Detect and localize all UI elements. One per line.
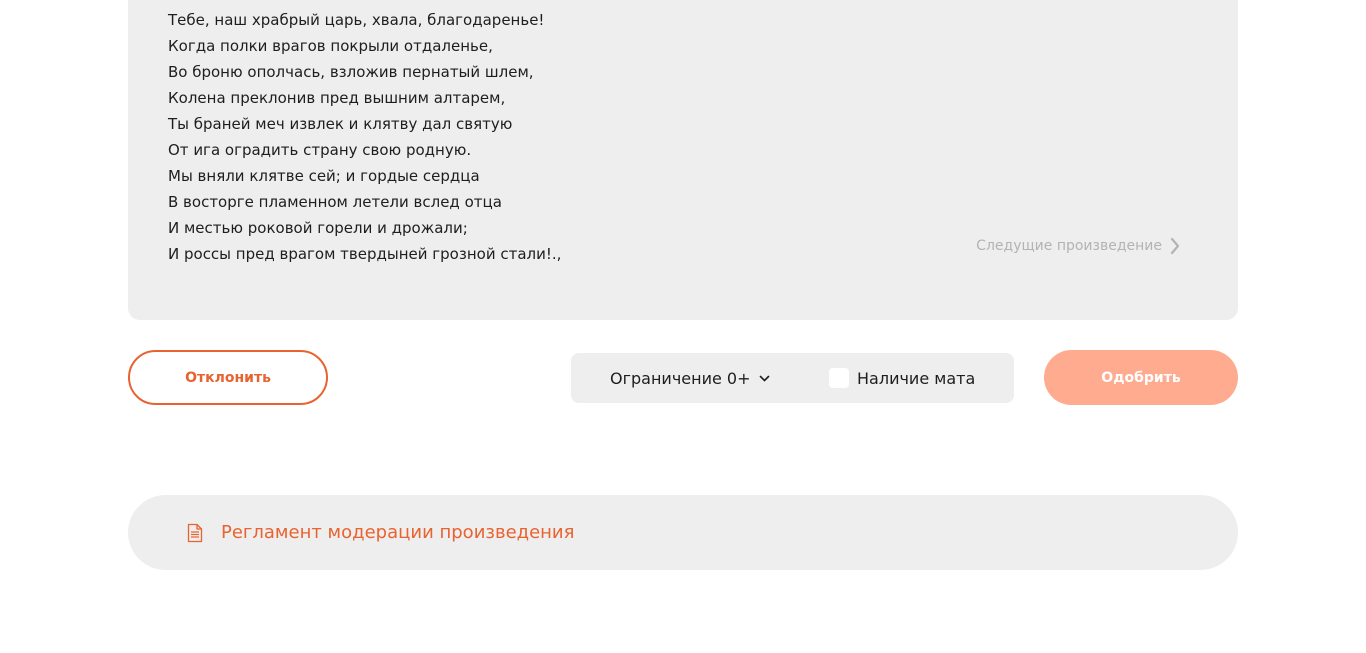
poem-card: Тебе, наш храбрый царь, хвала, благодаре… <box>128 0 1238 320</box>
chevron-down-icon <box>759 375 769 381</box>
next-work-link[interactable]: Следущие произведение <box>976 237 1180 255</box>
poem-line: Мы вняли клятве сей; и гордые сердца <box>168 167 480 185</box>
age-restriction-dropdown[interactable]: Ограничение 0+ <box>610 353 770 403</box>
document-icon <box>187 523 203 542</box>
profanity-label: Наличие мата <box>857 368 976 388</box>
poem-line: Тебе, наш храбрый царь, хвала, благодаре… <box>168 11 545 29</box>
reject-button[interactable]: Отклонить <box>128 350 328 405</box>
poem-text: Тебе, наш храбрый царь, хвала, благодаре… <box>168 7 561 267</box>
chevron-right-icon <box>1170 237 1180 255</box>
profanity-checkbox[interactable]: Наличие мата <box>829 353 975 403</box>
approve-button[interactable]: Одобрить <box>1044 350 1238 405</box>
moderation-rules-link[interactable]: Регламент модерации произведения <box>128 495 1238 570</box>
poem-line: Во броню ополчась, взложив пернатый шлем… <box>168 63 534 81</box>
poem-line: Ты браней меч извлек и клятву дал святую <box>168 115 513 133</box>
checkbox-box[interactable] <box>829 368 849 388</box>
next-work-label: Следущие произведение <box>976 238 1162 254</box>
poem-line: В восторге пламенном летели вслед отца <box>168 193 502 211</box>
poem-line: И местью роковой горели и дрожали; <box>168 219 468 237</box>
poem-line: От ига оградить страну свою родную. <box>168 141 472 159</box>
poem-line: И россы пред врагом твердыней грозной ст… <box>168 245 562 263</box>
moderation-options: Ограничение 0+ Наличие мата <box>571 353 1014 403</box>
moderation-rules-label: Регламент модерации произведения <box>221 522 575 543</box>
poem-line: Колена преклонив пред вышним алтарем, <box>168 89 506 107</box>
poem-line: Когда полки врагов покрыли отдаленье, <box>168 37 493 55</box>
age-restriction-label: Ограничение 0+ <box>610 368 751 388</box>
